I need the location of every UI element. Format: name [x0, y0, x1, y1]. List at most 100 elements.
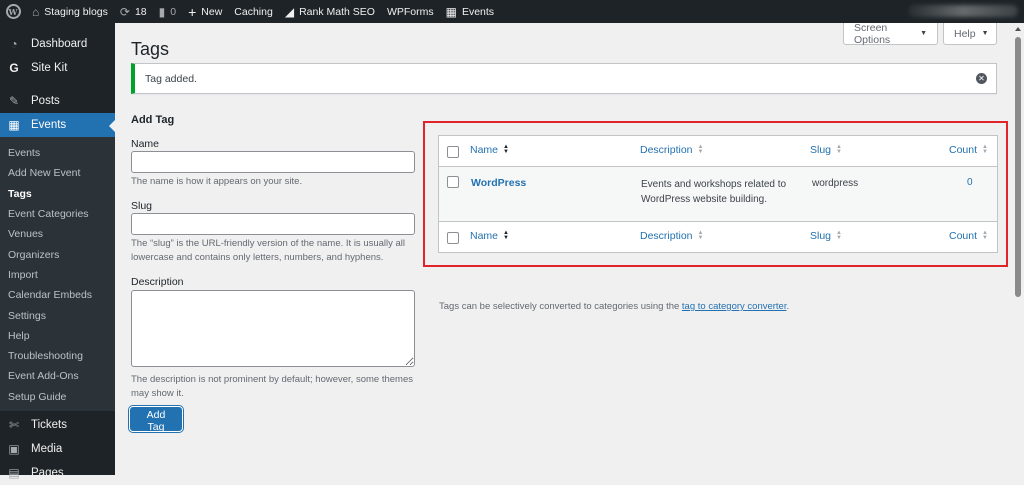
slug-input[interactable] — [131, 213, 415, 235]
tag-to-category-converter-link[interactable]: tag to category converter — [682, 301, 787, 312]
sort-arrows-icon: ▲ ▼ — [836, 144, 842, 155]
column-description-label: Description — [640, 144, 693, 156]
calendar-icon: ▦ — [8, 118, 20, 132]
wpforms-label: WPForms — [386, 5, 434, 18]
admin-sidebar: ◔ Dashboard G Site Kit ✎ Posts ▦ Events … — [0, 23, 115, 480]
caret-down-icon: ▼ — [981, 30, 989, 37]
rankmath-icon: ◢ — [284, 4, 295, 19]
updates-link[interactable]: ⟳ 18 — [114, 0, 153, 23]
menu-posts-label: Posts — [31, 95, 60, 107]
column-slug-label: Slug — [810, 230, 832, 242]
column-description-label: Description — [640, 230, 693, 242]
menu-dashboard-label: Dashboard — [31, 38, 88, 50]
submenu-add-new-event[interactable]: Add New Event — [0, 163, 115, 183]
new-content-link[interactable]: + New — [182, 0, 228, 23]
submenu-setup-guide[interactable]: Setup Guide — [0, 387, 115, 407]
submenu-venues[interactable]: Venues — [0, 224, 115, 244]
menu-events[interactable]: ▦ Events — [0, 113, 115, 137]
name-input[interactable] — [131, 151, 415, 173]
menu-tickets[interactable]: ✄ Tickets — [0, 413, 115, 437]
events-link[interactable]: ▦ Events — [440, 0, 500, 23]
menu-site-kit[interactable]: G Site Kit — [0, 56, 115, 80]
converter-note: Tags can be selectively converted to cat… — [439, 301, 789, 312]
calendar-icon: ▦ — [445, 4, 457, 19]
submenu-event-categories[interactable]: Event Categories — [0, 204, 115, 224]
caret-down-icon: ▼ — [920, 30, 927, 37]
notice-text: Tag added. — [145, 72, 197, 85]
column-slug-sort[interactable]: Slug ▲ ▼ — [810, 144, 842, 156]
column-count-label: Count — [949, 230, 978, 242]
site-name-link[interactable]: ⌂ Staging blogs — [26, 0, 114, 23]
tags-table: Name ▲ ▼ Description ▲ ▼ Slug ▲ ▼ Count ▲ ▼ … — [438, 135, 998, 253]
table-row: WordPress Events and workshops related t… — [439, 167, 997, 221]
slug-help-text: The “slug” is the URL-friendly version o… — [131, 238, 406, 263]
close-icon[interactable]: ✕ — [976, 73, 987, 84]
menu-media-label: Media — [31, 442, 63, 455]
column-name-label: Name — [470, 144, 499, 156]
scrollbar-thumb[interactable] — [1015, 37, 1021, 297]
column-count-sort-footer[interactable]: Count ▲ ▼ — [949, 230, 988, 242]
sort-arrows-icon: ▲ ▼ — [503, 144, 509, 155]
column-count-sort[interactable]: Count ▲ ▼ — [949, 144, 988, 156]
rankmath-link[interactable]: ◢ Rank Math SEO — [279, 0, 381, 23]
submenu-tags[interactable]: Tags — [0, 184, 115, 204]
page-title: Tags — [131, 39, 170, 59]
menu-tickets-label: Tickets — [31, 418, 67, 431]
submenu-event-add-ons[interactable]: Event Add-Ons — [0, 366, 115, 386]
add-tag-heading: Add Tag — [131, 114, 175, 126]
screen-options-label: Screen Options — [854, 21, 891, 46]
caching-label: Caching — [234, 5, 273, 18]
tag-count-link[interactable]: 0 — [967, 177, 973, 188]
menu-media[interactable]: ▣ Media — [0, 437, 115, 461]
column-slug-sort-footer[interactable]: Slug ▲ ▼ — [810, 230, 842, 242]
help-button[interactable]: Help ▼ — [943, 23, 997, 45]
page-scrollbar[interactable] — [1012, 23, 1024, 475]
submenu-organizers[interactable]: Organizers — [0, 244, 115, 264]
submenu-settings[interactable]: Settings — [0, 305, 115, 325]
menu-posts[interactable]: ✎ Posts — [0, 89, 115, 113]
success-notice: Tag added. ✕ — [131, 63, 997, 94]
submenu-events[interactable]: Events — [0, 143, 115, 163]
events-label: Events — [461, 5, 495, 18]
user-account-blurred[interactable] — [908, 5, 1018, 17]
description-help-text: The description is not prominent by defa… — [131, 374, 413, 399]
wordpress-logo-button[interactable]: W — [0, 0, 26, 23]
submenu-calendar-embeds[interactable]: Calendar Embeds — [0, 285, 115, 305]
menu-pages[interactable]: ▤ Pages — [0, 461, 115, 485]
converter-note-text: Tags can be selectively converted to cat… — [439, 301, 682, 312]
name-label: Name — [131, 138, 160, 150]
home-icon: ⌂ — [32, 4, 40, 19]
column-description-sort-footer[interactable]: Description ▲ ▼ — [640, 230, 703, 242]
submenu-import[interactable]: Import — [0, 265, 115, 285]
description-textarea[interactable] — [131, 290, 415, 367]
menu-events-label: Events — [31, 119, 67, 131]
column-name-sort[interactable]: Name ▲ ▼ — [470, 144, 509, 156]
column-slug-label: Slug — [810, 144, 832, 156]
comments-link[interactable]: ▮ 0 — [153, 0, 182, 23]
select-all-checkbox[interactable] — [447, 146, 459, 158]
sort-arrows-icon: ▲ ▼ — [697, 144, 704, 155]
column-name-sort-footer[interactable]: Name ▲ ▼ — [470, 230, 509, 242]
pin-icon: ✎ — [8, 94, 20, 108]
comment-icon: ▮ — [158, 4, 166, 19]
add-tag-button[interactable]: Add Tag — [130, 407, 182, 433]
name-help-text: The name is how it appears on your site. — [131, 176, 303, 187]
scroll-up-icon[interactable] — [1015, 27, 1021, 31]
row-checkbox[interactable] — [447, 176, 459, 188]
wordpress-logo-icon: W — [5, 4, 21, 19]
wpforms-link[interactable]: WPForms — [381, 0, 440, 23]
column-description-sort[interactable]: Description ▲ ▼ — [640, 144, 703, 156]
comments-count: 0 — [170, 5, 177, 18]
plus-icon: + — [188, 3, 197, 20]
help-label: Help — [954, 27, 976, 40]
screen-options-button[interactable]: Screen Options ▼ — [843, 21, 938, 46]
submenu-troubleshooting[interactable]: Troubleshooting — [0, 346, 115, 366]
submenu-help[interactable]: Help — [0, 326, 115, 346]
caching-link[interactable]: Caching — [228, 0, 279, 23]
site-kit-icon: G — [9, 61, 19, 75]
select-all-checkbox-footer[interactable] — [447, 232, 459, 244]
media-icon: ▣ — [8, 441, 20, 456]
description-label: Description — [131, 276, 184, 288]
menu-dashboard[interactable]: ◔ Dashboard — [0, 32, 115, 56]
tag-name-link[interactable]: WordPress — [471, 177, 526, 189]
